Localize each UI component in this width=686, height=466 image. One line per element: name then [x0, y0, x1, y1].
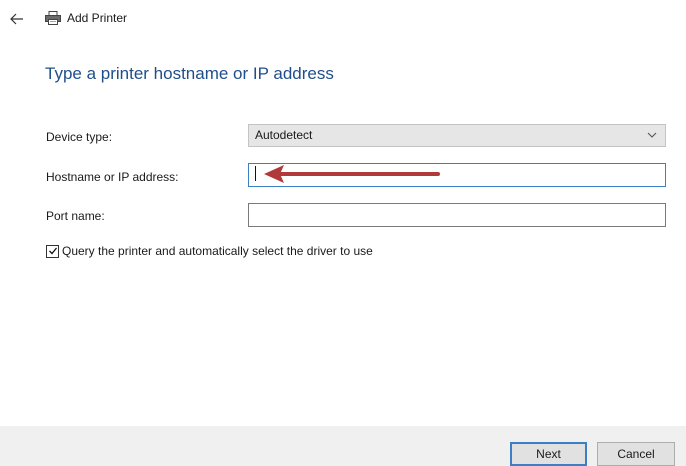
hostname-input[interactable] — [248, 163, 666, 187]
port-name-input[interactable] — [248, 203, 666, 227]
back-arrow-icon — [10, 13, 23, 25]
chevron-down-icon — [647, 132, 657, 138]
printer-icon — [45, 11, 61, 25]
page-heading: Type a printer hostname or IP address — [45, 64, 334, 83]
device-type-select[interactable]: Autodetect — [248, 124, 666, 147]
back-button[interactable] — [7, 10, 27, 28]
query-driver-checkbox[interactable] — [46, 244, 59, 258]
text-caret — [255, 166, 256, 181]
title-bar: Add Printer — [0, 0, 686, 38]
device-type-label: Device type: — [46, 130, 113, 144]
device-type-value: Autodetect — [255, 128, 313, 142]
hostname-label: Hostname or IP address: — [46, 170, 179, 184]
cancel-button[interactable]: Cancel — [597, 442, 675, 466]
window-title: Add Printer — [67, 11, 128, 25]
next-button[interactable]: Next — [510, 442, 587, 466]
add-printer-window: Add Printer Type a printer hostname or I… — [0, 0, 686, 466]
query-driver-option[interactable]: Query the printer and automatically sele… — [46, 244, 373, 258]
checkmark-icon — [48, 247, 57, 255]
port-name-label: Port name: — [46, 209, 105, 223]
query-driver-label: Query the printer and automatically sele… — [62, 244, 373, 258]
